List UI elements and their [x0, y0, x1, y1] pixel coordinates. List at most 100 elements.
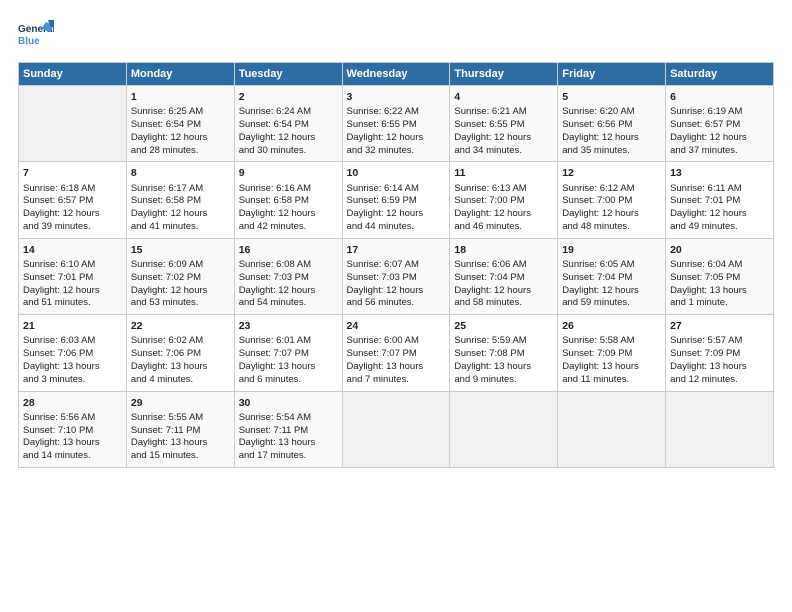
day-info-line: Sunset: 7:07 PM	[347, 348, 446, 361]
day-info-line: and 59 minutes.	[562, 297, 661, 310]
day-info-line: and 44 minutes.	[347, 221, 446, 234]
day-info-line: Sunset: 7:11 PM	[131, 425, 230, 438]
day-info-line: and 4 minutes.	[131, 374, 230, 387]
calendar-cell: 7Sunrise: 6:18 AMSunset: 6:57 PMDaylight…	[19, 162, 127, 238]
day-info-line: Sunset: 7:09 PM	[562, 348, 661, 361]
day-info-line: Sunrise: 6:11 AM	[670, 183, 769, 196]
calendar-cell: 22Sunrise: 6:02 AMSunset: 7:06 PMDayligh…	[126, 315, 234, 391]
day-info-line: Daylight: 13 hours	[562, 361, 661, 374]
day-info-line: Daylight: 12 hours	[562, 132, 661, 145]
day-info-line: Sunrise: 6:03 AM	[23, 335, 122, 348]
day-info-line: Sunrise: 6:16 AM	[239, 183, 338, 196]
day-info-line: and 48 minutes.	[562, 221, 661, 234]
day-info-line: Daylight: 12 hours	[454, 285, 553, 298]
day-info-line: Sunset: 7:01 PM	[670, 195, 769, 208]
day-info-line: Daylight: 12 hours	[23, 285, 122, 298]
day-info-line: Daylight: 12 hours	[239, 285, 338, 298]
day-info-line: Sunrise: 6:10 AM	[23, 259, 122, 272]
calendar-week-1: 1 Sunrise: 6:25 AM Sunset: 6:54 PM Daylight…	[19, 86, 774, 162]
day-number: 3	[347, 90, 446, 104]
page: General Blue SundayMondayTuesdayWednesda…	[0, 0, 792, 612]
day-info-line: and 32 minutes.	[347, 145, 446, 158]
calendar-cell: 13Sunrise: 6:11 AMSunset: 7:01 PMDayligh…	[666, 162, 774, 238]
weekday-header-monday: Monday	[126, 63, 234, 86]
day-info-line: Sunset: 7:03 PM	[239, 272, 338, 285]
calendar-cell: 2Sunrise: 6:24 AMSunset: 6:54 PMDaylight…	[234, 86, 342, 162]
day-info-line: Sunrise: 5:58 AM	[562, 335, 661, 348]
day-info-line: Sunset: 6:54 PM	[239, 119, 338, 132]
day-info-line: Daylight: 13 hours	[670, 285, 769, 298]
day-info-line: Sunset: 6:59 PM	[347, 195, 446, 208]
header: General Blue	[18, 18, 774, 54]
calendar-cell: 12Sunrise: 6:12 AMSunset: 7:00 PMDayligh…	[558, 162, 666, 238]
day-number: 18	[454, 243, 553, 257]
day-info-line: Sunset: 6:58 PM	[131, 195, 230, 208]
day-info-line: Sunrise: 5:56 AM	[23, 412, 122, 425]
day-info-line: Daylight: 12 hours	[23, 208, 122, 221]
calendar-cell: 9Sunrise: 6:16 AMSunset: 6:58 PMDaylight…	[234, 162, 342, 238]
day-number: 9	[239, 166, 338, 180]
calendar-cell: 15Sunrise: 6:09 AMSunset: 7:02 PMDayligh…	[126, 238, 234, 314]
day-info-line: and 9 minutes.	[454, 374, 553, 387]
calendar-cell: 6Sunrise: 6:19 AMSunset: 6:57 PMDaylight…	[666, 86, 774, 162]
day-info-line: Sunrise: 5:54 AM	[239, 412, 338, 425]
calendar-cell	[450, 391, 558, 467]
day-info-line: Daylight: 13 hours	[239, 361, 338, 374]
day-info-line: Sunset: 7:08 PM	[454, 348, 553, 361]
day-info-line: Sunrise: 6:00 AM	[347, 335, 446, 348]
day-number: 2	[239, 90, 338, 104]
day-info-line: Sunrise: 6:21 AM	[454, 106, 553, 119]
calendar-week-3: 14Sunrise: 6:10 AMSunset: 7:01 PMDayligh…	[19, 238, 774, 314]
day-info-line: Daylight: 12 hours	[347, 132, 446, 145]
day-info-line: and 17 minutes.	[239, 450, 338, 463]
day-number: 29	[131, 396, 230, 410]
calendar-cell	[666, 391, 774, 467]
day-number: 1	[131, 90, 230, 104]
day-info-line: Sunset: 7:01 PM	[23, 272, 122, 285]
day-info-line: Sunrise: 6:08 AM	[239, 259, 338, 272]
day-info-line: and 56 minutes.	[347, 297, 446, 310]
day-info-line: and 49 minutes.	[670, 221, 769, 234]
day-info-line: Daylight: 12 hours	[562, 208, 661, 221]
day-info-line: Daylight: 13 hours	[131, 361, 230, 374]
day-info-line: and 6 minutes.	[239, 374, 338, 387]
day-info-line: Sunset: 6:55 PM	[454, 119, 553, 132]
day-info-line: and 53 minutes.	[131, 297, 230, 310]
day-info-line: Sunrise: 6:05 AM	[562, 259, 661, 272]
day-info-line: and 11 minutes.	[562, 374, 661, 387]
day-number: 25	[454, 319, 553, 333]
day-info-line: and 30 minutes.	[239, 145, 338, 158]
weekday-header-wednesday: Wednesday	[342, 63, 450, 86]
day-number: 30	[239, 396, 338, 410]
day-number: 23	[239, 319, 338, 333]
day-info-line: and 7 minutes.	[347, 374, 446, 387]
weekday-header-sunday: Sunday	[19, 63, 127, 86]
calendar-cell: 21Sunrise: 6:03 AMSunset: 7:06 PMDayligh…	[19, 315, 127, 391]
calendar-cell: 19Sunrise: 6:05 AMSunset: 7:04 PMDayligh…	[558, 238, 666, 314]
day-info-line: and 46 minutes.	[454, 221, 553, 234]
day-info-line: Sunrise: 6:18 AM	[23, 183, 122, 196]
day-info-line: and 37 minutes.	[670, 145, 769, 158]
calendar-cell: 24Sunrise: 6:00 AMSunset: 7:07 PMDayligh…	[342, 315, 450, 391]
day-info-line: Daylight: 12 hours	[131, 132, 230, 145]
day-info-line: Sunset: 6:58 PM	[239, 195, 338, 208]
day-info-line: Sunset: 7:03 PM	[347, 272, 446, 285]
day-number: 21	[23, 319, 122, 333]
day-info-line: Daylight: 12 hours	[562, 285, 661, 298]
calendar-cell: 20Sunrise: 6:04 AMSunset: 7:05 PMDayligh…	[666, 238, 774, 314]
day-info-line: and 12 minutes.	[670, 374, 769, 387]
day-info-line: Daylight: 13 hours	[239, 437, 338, 450]
calendar-cell: 10Sunrise: 6:14 AMSunset: 6:59 PMDayligh…	[342, 162, 450, 238]
day-info-line: Daylight: 12 hours	[670, 208, 769, 221]
day-info-line: Sunrise: 5:57 AM	[670, 335, 769, 348]
day-info-line: Sunset: 7:09 PM	[670, 348, 769, 361]
day-number: 28	[23, 396, 122, 410]
day-info-line: Daylight: 13 hours	[347, 361, 446, 374]
day-info-line: Sunset: 7:05 PM	[670, 272, 769, 285]
day-info-line: Sunset: 7:02 PM	[131, 272, 230, 285]
day-number: 11	[454, 166, 553, 180]
day-info-line: Sunrise: 6:25 AM	[131, 106, 230, 119]
calendar-cell: 14Sunrise: 6:10 AMSunset: 7:01 PMDayligh…	[19, 238, 127, 314]
day-info-line: Sunrise: 6:22 AM	[347, 106, 446, 119]
day-info-line: Sunset: 7:00 PM	[454, 195, 553, 208]
